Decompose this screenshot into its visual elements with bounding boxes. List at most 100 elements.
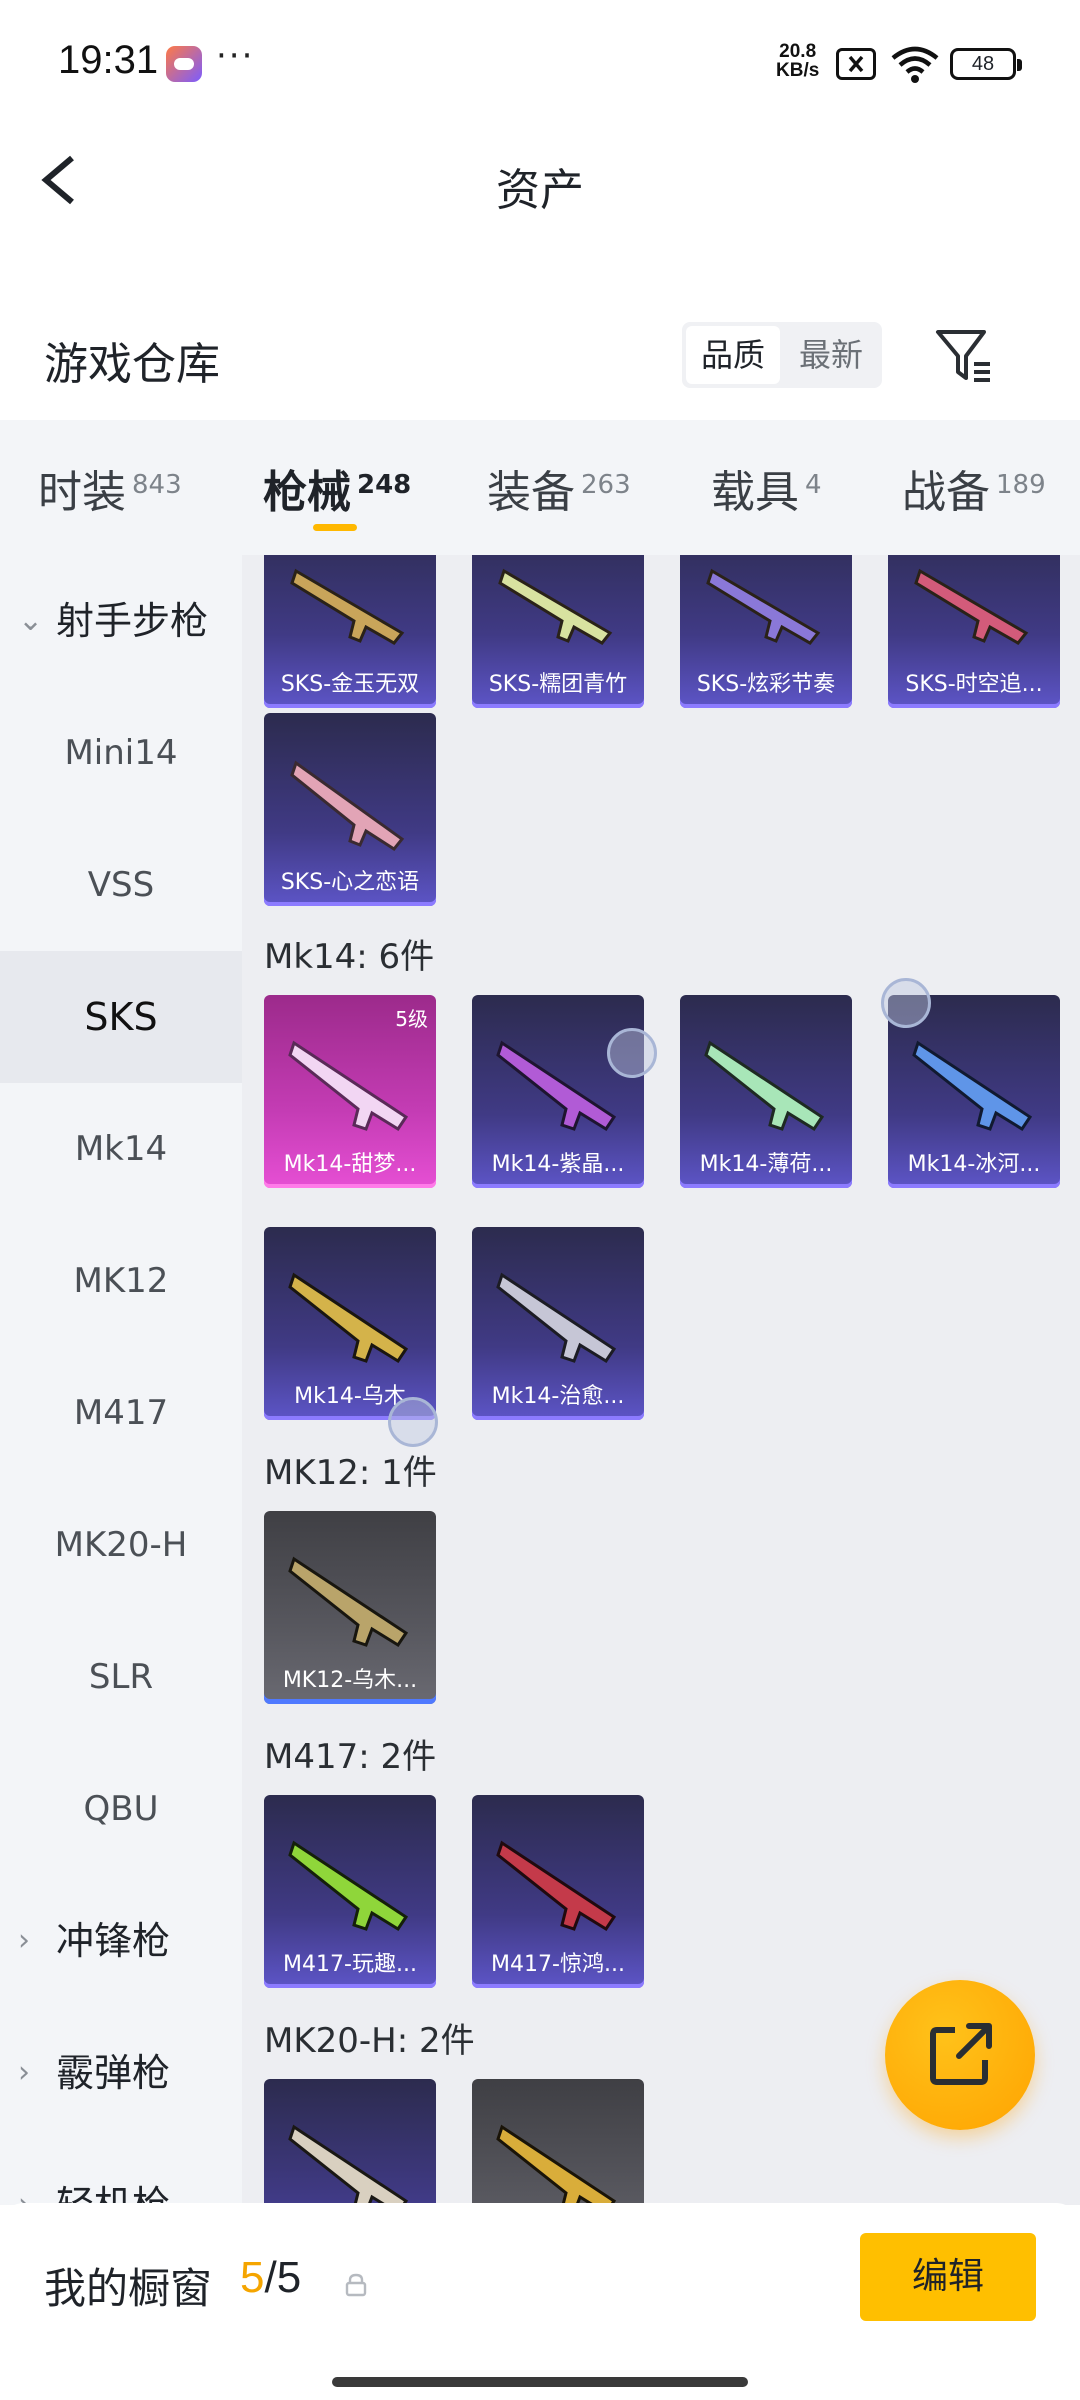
rifle-icon [288,1040,409,1132]
chevron-right-icon: › [18,1923,30,1958]
skin-card[interactable]: M417-玩趣... [264,1795,436,1988]
home-indicator[interactable] [332,2377,748,2387]
chevron-right-icon: › [18,2187,30,2205]
tab-label: 载具 [711,467,799,518]
sort-quality[interactable]: 品质 [686,326,780,384]
skin-name: M417-惊鸿... [491,1952,625,1977]
rifle-icon [496,2124,617,2205]
group-title-mk12: MK12: 1件 [264,1453,437,1493]
skin-name: M417-玩趣... [283,1952,417,1977]
sidebar-category-lmg[interactable]: › 轻机枪 [0,2139,242,2205]
skin-name: Mk14-甜梦... [283,1152,417,1177]
skin-card[interactable]: Mk14-治愈... [472,1227,644,1420]
lock-icon [345,2273,367,2297]
showcase-label: 我的橱窗 [44,2264,213,2313]
skin-card[interactable]: Mk14-薄荷... [680,995,852,1188]
tab-equipment[interactable]: 装备 263 [487,456,631,520]
rifle-icon [496,1272,617,1364]
sidebar-item-mk14[interactable]: Mk14 [0,1083,242,1215]
group-title-m417: M417: 2件 [264,1737,437,1777]
tab-guns[interactable]: 枪械 248 [263,456,411,520]
tab-vehicles[interactable]: 载具 4 [711,456,822,520]
sidebar-item-m417[interactable]: M417 [0,1347,242,1479]
skin-card[interactable]: MK12-乌木... [264,1511,436,1704]
category-tabs: 时装 843 枪械 248 装备 263 载具 4 战备 189 [0,420,1080,555]
sidebar-category-marksman[interactable]: ⌄ 射手步枪 [0,555,242,687]
sidebar-item-mini14[interactable]: Mini14 [0,687,242,819]
rifle-icon [288,2124,409,2205]
skin-card[interactable]: SKS-心之恋语 [264,713,436,906]
touch-indicator [881,978,931,1028]
sidebar-item-sks[interactable]: SKS [0,951,242,1083]
share-button[interactable] [885,1980,1035,2130]
skin-card[interactable]: Mk14-乌木 [264,1227,436,1420]
sort-segmented-control: 品质 最新 [682,322,882,388]
group-title-mk20h: MK20-H: 2件 [264,2021,475,2061]
nav-header: 资产 [0,120,1080,240]
skin-name: MK12-乌木... [282,1668,418,1693]
sidebar-item-mk20h[interactable]: MK20-H [0,1479,242,1611]
skin-name: Mk14-薄荷... [699,1152,833,1177]
sidebar-category-shotgun[interactable]: › 霰弹枪 [0,2007,242,2139]
skin-card[interactable]: 5级 Mk14-甜梦... [264,995,436,1188]
sidebar-item-slr[interactable]: SLR [0,1611,242,1743]
rifle-icon [290,568,405,645]
share-icon [930,2023,992,2085]
skin-name: Mk14-治愈... [491,1384,625,1409]
sidebar-item-vss[interactable]: VSS [0,819,242,951]
rifle-icon [704,1040,825,1132]
skin-card[interactable]: SKS-糯团青竹 [472,555,644,708]
no-sim-icon [836,48,876,80]
network-speed-value: 20.8 [779,41,817,62]
sidebar-item-mk12[interactable]: MK12 [0,1215,242,1347]
tab-label: 战备 [902,467,990,518]
weapon-content: SKS-金玉无双 SKS-糯团青竹 SKS-炫彩节奏 SKS-时空追... SK… [242,555,1080,2205]
rifle-icon [914,568,1029,645]
warehouse-title: 游戏仓库 [44,339,220,390]
rifle-icon [912,1040,1033,1132]
showcase-current: 5 [240,2253,265,2302]
app-root: 19:31 ··· 20.8 KB/s 48 资产 游戏仓库 品质 最新 时装 … [0,0,1080,2400]
showcase-bar: 我的橱窗 5/5 编辑 [0,2203,1080,2400]
edit-button[interactable]: 编辑 [860,2233,1036,2321]
active-tab-indicator [313,524,357,531]
skin-card[interactable]: M417-惊鸿... [472,1795,644,1988]
group-title-mk14: Mk14: 6件 [264,937,435,977]
chevron-right-icon: › [18,2055,30,2090]
sidebar-item-qbu[interactable]: QBU [0,1743,242,1875]
tab-combat-gear[interactable]: 战备 189 [902,456,1046,520]
network-speed: 20.8 KB/s [776,42,819,80]
skin-card[interactable]: SKS-金玉无双 [264,555,436,708]
warehouse-header: 游戏仓库 品质 最新 [0,300,1080,410]
sidebar-category-smg[interactable]: › 冲锋枪 [0,1875,242,2007]
filter-icon[interactable] [930,322,996,388]
skin-card[interactable]: SKS-时空追... [888,555,1060,708]
touch-indicator [388,1397,438,1447]
skin-card[interactable]: Mk14-紫晶... [472,995,644,1188]
weapon-sidebar: ⌄ 射手步枪 Mini14 VSS SKS Mk14 MK12 M417 MK2… [0,555,242,2205]
rifle-icon [706,568,821,645]
tab-label: 装备 [487,467,575,518]
rifle-icon [288,1556,409,1648]
skin-card[interactable] [264,2079,436,2205]
tab-fashion[interactable]: 时装 843 [38,456,182,520]
network-speed-unit: KB/s [776,60,820,81]
rifle-icon [288,1272,409,1364]
chevron-down-icon: ⌄ [18,603,44,638]
touch-indicator [607,1028,657,1078]
tab-count: 4 [805,470,822,500]
rifle-icon [496,1040,617,1132]
game-center-icon [166,46,202,82]
skin-name: Mk14-紫晶... [491,1152,625,1177]
tab-count: 843 [132,470,182,500]
sidebar-category-label: 射手步枪 [56,599,209,643]
tab-label: 枪械 [263,467,351,518]
status-time: 19:31 [58,38,159,82]
skin-card[interactable] [472,2079,644,2205]
showcase-total: /5 [264,2253,302,2302]
showcase-count: 5/5 [240,2253,301,2303]
rifle-icon [288,1840,409,1932]
sort-latest[interactable]: 最新 [784,326,878,384]
skin-name: SKS-心之恋语 [280,870,420,895]
skin-card[interactable]: SKS-炫彩节奏 [680,555,852,708]
